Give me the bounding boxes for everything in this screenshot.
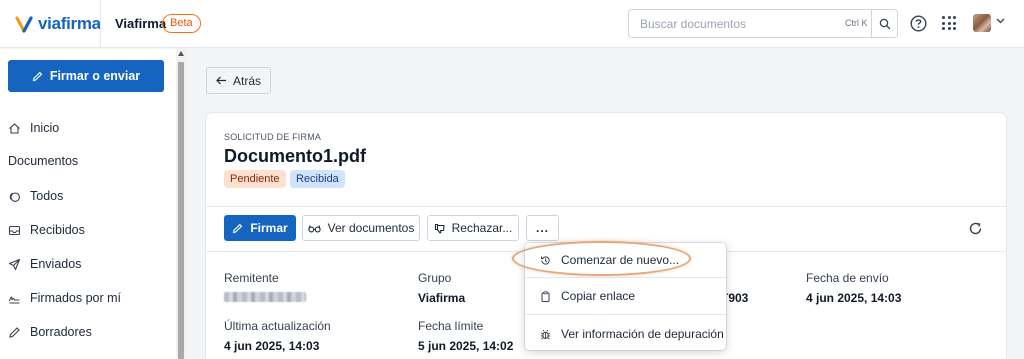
sidebar-item-label: Firmados por mí: [30, 291, 121, 305]
pen-icon: [233, 223, 243, 233]
scroll-thumb[interactable]: [178, 62, 184, 359]
back-button[interactable]: Atrás: [206, 67, 271, 94]
beta-badge: Beta: [162, 14, 201, 33]
more-actions-button[interactable]: ...: [526, 215, 559, 241]
sender-value-redacted: [224, 292, 306, 302]
send-icon: [8, 258, 21, 270]
avatar[interactable]: [973, 14, 991, 32]
search-icon: [879, 18, 890, 29]
app-name: Viafirma: [115, 16, 167, 31]
refresh-icon[interactable]: [968, 221, 983, 236]
card-eyebrow: SOLICITUD DE FIRMA: [224, 132, 322, 142]
status-badge-pending: Pendiente: [224, 170, 286, 188]
sidebar-item-label: Inicio: [30, 121, 60, 135]
document-title: Documento1.pdf: [224, 146, 366, 166]
clipboard-icon: [541, 290, 550, 302]
signature-icon: [8, 296, 20, 303]
sign-button-label: Firmar: [250, 221, 288, 235]
more-actions-menu: Comenzar de nuevo... Copiar enlace Ver i…: [525, 243, 726, 350]
sidebar-item-label: Todos: [30, 189, 64, 203]
reject-label: Rechazar...: [451, 221, 513, 235]
last-updated-label: Última actualización: [224, 319, 331, 333]
last-updated-value: 4 jun 2025, 14:03: [224, 339, 320, 353]
group-value: Viafirma: [418, 291, 466, 305]
viafirma-logo-mark-icon: [15, 16, 33, 33]
chevron-down-icon[interactable]: [996, 18, 1005, 24]
header-divider: [100, 0, 101, 48]
inbox-icon: [8, 225, 21, 235]
apps-grid-icon[interactable]: [942, 16, 956, 30]
menu-divider: [525, 277, 726, 278]
pencil-icon: [9, 326, 20, 338]
reject-button[interactable]: Rechazar...: [427, 215, 519, 241]
back-label: Atrás: [232, 73, 261, 88]
viafirma-logo[interactable]: viafirma: [14, 12, 101, 36]
deadline-label: Fecha límite: [418, 319, 484, 333]
bug-icon: [540, 329, 551, 339]
top-bar: viafirma Viafirma Beta Ctrl K: [0, 0, 1024, 48]
sent-date-label: Fecha de envío: [806, 271, 889, 285]
menu-item-label: Comenzar de nuevo...: [561, 253, 680, 267]
search-button[interactable]: [871, 10, 897, 37]
home-icon: [9, 122, 20, 134]
pen-icon: [32, 71, 43, 81]
sidebar-item-sent[interactable]: Enviados: [8, 254, 81, 274]
menu-item-start-over[interactable]: Comenzar de nuevo...: [525, 247, 726, 273]
sidebar-item-signed-by-me[interactable]: Firmados por mí: [8, 288, 121, 308]
sidebar-item-received[interactable]: Recibidos: [8, 220, 85, 240]
search-input[interactable]: [630, 11, 840, 36]
sidebar-item-drafts[interactable]: Borradores: [8, 322, 92, 342]
sidebar-item-home[interactable]: Inicio: [8, 118, 59, 138]
copy-icon: [9, 191, 20, 202]
history-icon: [541, 255, 550, 265]
view-documents-button[interactable]: Ver documentos: [302, 215, 420, 241]
sidebar-item-all[interactable]: Todos: [8, 186, 63, 206]
sidebar-scrollbar[interactable]: [176, 49, 186, 359]
deadline-value: 5 jun 2025, 14:02: [418, 339, 514, 353]
status-badge-received: Recibida: [290, 170, 345, 188]
section-heading-documents: Documentos: [8, 154, 79, 168]
card-divider: [206, 206, 1006, 207]
scroll-up-arrow-icon[interactable]: [178, 51, 184, 56]
sidebar-item-label: Enviados: [30, 257, 82, 271]
glasses-icon: [307, 224, 321, 232]
sidebar-item-label: Recibidos: [30, 223, 85, 237]
thumbs-down-icon: [434, 223, 445, 234]
sender-label: Remitente: [224, 271, 279, 285]
search-shortcut-hint: Ctrl K: [845, 18, 868, 28]
search-box: Ctrl K: [628, 9, 898, 38]
help-icon[interactable]: [910, 15, 927, 32]
sidebar: Firmar o enviar Inicio Documentos Todos …: [0, 49, 176, 359]
menu-item-copy-link[interactable]: Copiar enlace: [525, 283, 726, 309]
sent-date-value: 4 jun 2025, 14:03: [806, 291, 902, 305]
menu-item-debug-info[interactable]: Ver información de depuración: [525, 321, 726, 347]
menu-item-label: Ver información de depuración: [561, 327, 724, 341]
sign-or-send-label: Firmar o enviar: [49, 69, 141, 83]
sign-button[interactable]: Firmar: [224, 215, 296, 241]
sign-or-send-button[interactable]: Firmar o enviar: [8, 60, 164, 92]
menu-divider: [525, 314, 726, 315]
group-label: Grupo: [418, 271, 452, 285]
sidebar-item-label: Borradores: [30, 325, 92, 339]
logo-text: viafirma: [38, 14, 101, 33]
view-documents-label: Ver documentos: [327, 221, 415, 235]
arrow-left-icon: [216, 76, 226, 85]
more-actions-label: ...: [535, 221, 549, 235]
menu-item-label: Copiar enlace: [561, 289, 636, 303]
